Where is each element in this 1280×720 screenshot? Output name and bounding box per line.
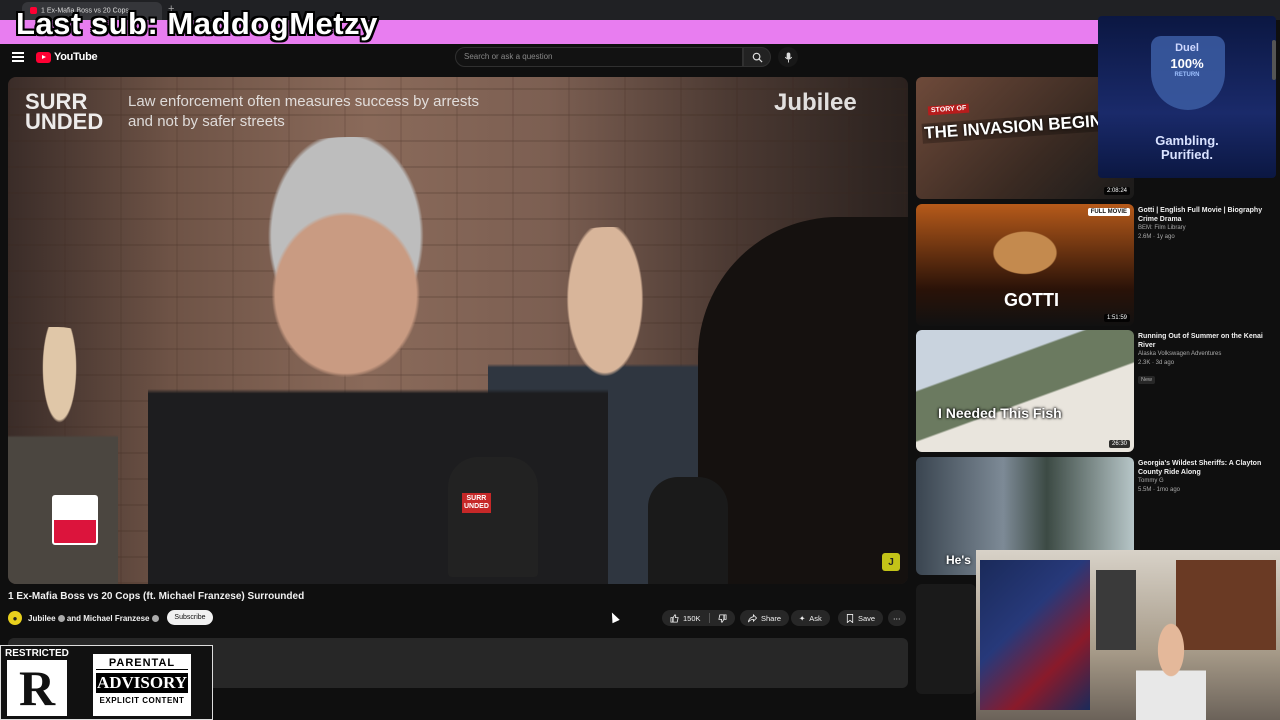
- channel-collab[interactable]: and Michael Franzese: [67, 614, 150, 623]
- rating-letter: R: [7, 660, 67, 716]
- webcam-streamer: [1136, 620, 1206, 720]
- brand-left-bottom: UNDED: [25, 109, 104, 134]
- video-person-right: [698, 217, 908, 584]
- thumb-title-text: THE INVASION BEGINS: [921, 110, 1117, 144]
- duration-badge: 1:51:59: [1103, 314, 1130, 322]
- ad-slogan: Gambling. Purified.: [1098, 134, 1276, 162]
- bookmark-icon: [846, 613, 854, 623]
- verified-icon-2: [151, 614, 159, 622]
- jubilee-badge-icon: J: [882, 553, 900, 571]
- mouse-cursor-icon: [608, 610, 620, 624]
- pa-line-2: ADVISORY: [96, 673, 188, 693]
- sidebar-video-channel[interactable]: BEM: Film Library: [1138, 224, 1264, 233]
- restricted-rating-badge: RESTRICTED R PARENTAL ADVISORY EXPLICIT …: [0, 645, 213, 720]
- save-button[interactable]: Save: [838, 610, 884, 626]
- thumb-title-text: GOTTI: [1004, 290, 1059, 310]
- sidebar-video-2-meta[interactable]: Gotti | English Full Movie | Biography C…: [1138, 206, 1264, 242]
- sidebar-video-title[interactable]: Georgia's Wildest Sheriffs: A Clayton Co…: [1138, 459, 1264, 477]
- channel-name-group[interactable]: Jubilee and Michael Franzese: [28, 614, 159, 623]
- verified-icon: [57, 614, 65, 622]
- share-button[interactable]: Share: [740, 610, 790, 626]
- voice-search-button[interactable]: [778, 47, 798, 67]
- ad-slogan-2: Purified.: [1160, 147, 1213, 162]
- sidebar-video-title[interactable]: Gotti | English Full Movie | Biography C…: [1138, 206, 1264, 224]
- surrounded-logo: SURR UNDED: [25, 91, 104, 134]
- more-actions-button[interactable]: ⋯: [888, 610, 906, 626]
- more-group: ⋯: [888, 610, 906, 626]
- logo-text: YouTube: [54, 51, 98, 63]
- video-caption-text: Law enforcement often measures success b…: [128, 93, 479, 130]
- webcam-banner: [980, 560, 1090, 710]
- studio-microphone: [648, 477, 728, 584]
- sidebar-video-title[interactable]: Running Out of Summer on the Kenai River: [1138, 332, 1264, 350]
- search-button[interactable]: [743, 47, 771, 67]
- thumb-title-text: He's: [946, 553, 971, 567]
- youtube-logo[interactable]: YouTube: [36, 51, 98, 63]
- thumb-title-text: I Needed This Fish: [938, 405, 1062, 421]
- search-input[interactable]: Search or ask a question: [455, 47, 743, 67]
- sidebar-video-5-thumbnail[interactable]: [916, 584, 976, 694]
- like-button[interactable]: 150K: [662, 610, 735, 626]
- like-dislike-group: 150K: [662, 610, 735, 626]
- thumbs-up-icon: [670, 613, 679, 623]
- sidebar-video-views: 5.5M · 1mo ago: [1138, 487, 1181, 493]
- sidebar-video-4-meta[interactable]: Georgia's Wildest Sheriffs: A Clayton Co…: [1138, 459, 1264, 495]
- video-title: 1 Ex-Mafia Boss vs 20 Cops (ft. Michael …: [8, 591, 305, 602]
- ad-slogan-1: Gambling.: [1155, 133, 1219, 148]
- thumb-stub-text: STORY OF: [927, 103, 970, 116]
- channel-row: ● Jubilee and Michael Franzese: [8, 610, 159, 626]
- stream-screen: 1 Ex-Mafia Boss vs 20 Cops + Last sub: M…: [0, 0, 1280, 720]
- sidebar-video-channel[interactable]: Tommy G: [1138, 477, 1264, 486]
- sidebar-video-3-thumbnail[interactable]: I Needed This Fish 26:30: [916, 330, 1134, 452]
- restricted-label: RESTRICTED: [5, 648, 69, 659]
- share-label: Share: [761, 613, 782, 623]
- ask-button[interactable]: ✦ Ask: [791, 610, 830, 626]
- ad-return: RETURN: [1174, 72, 1200, 78]
- video-player[interactable]: SURR UNDED SURR UNDED Law enforcement ofte…: [8, 77, 908, 584]
- youtube-play-icon: [36, 51, 51, 63]
- webcam-poster: [1096, 570, 1136, 650]
- like-count: 150K: [683, 613, 701, 623]
- video-person-main: [148, 137, 608, 584]
- pa-line-3: EXPLICIT CONTENT: [99, 696, 185, 705]
- hamburger-menu-icon[interactable]: [12, 52, 24, 62]
- sidebar-video-views: 2.3K · 3d ago: [1138, 360, 1175, 366]
- microphone-icon: [784, 51, 792, 63]
- last-sub-text: Last sub: MaddogMetzy: [16, 6, 378, 41]
- jubilee-watermark: Jubilee: [774, 89, 857, 116]
- more-horizontal-icon: ⋯: [893, 613, 901, 623]
- save-label: Save: [858, 613, 876, 623]
- ask-label: Ask: [809, 613, 822, 623]
- streamer-webcam: [976, 550, 1280, 720]
- subscribe-button[interactable]: Subscribe: [167, 610, 213, 625]
- flag-overlay-icon: [52, 495, 98, 545]
- ad-brand: Duel: [1175, 42, 1199, 54]
- video-person-left: [8, 327, 118, 584]
- sparkle-icon: ✦: [799, 613, 806, 623]
- save-group: Save: [838, 610, 884, 626]
- mic-label-bottom: UNDED: [464, 503, 489, 510]
- ad-percent: 100%: [1170, 56, 1204, 71]
- share-icon: [748, 613, 757, 622]
- parental-advisory-label: PARENTAL ADVISORY EXPLICIT CONTENT: [93, 654, 191, 716]
- channel-avatar[interactable]: ●: [8, 611, 22, 625]
- new-badge: New: [1138, 376, 1156, 384]
- channel-name[interactable]: Jubilee: [28, 614, 56, 623]
- full-movie-badge: FULL MOVIE: [1087, 208, 1130, 216]
- sidebar-video-3-meta[interactable]: Running Out of Summer on the Kenai River…: [1138, 332, 1264, 386]
- sidebar-video-2-thumbnail[interactable]: FULL MOVIE GOTTI 1:51:59: [916, 204, 1134, 326]
- sidebar-video-channel[interactable]: Alaska Volkswagen Adventures: [1138, 350, 1264, 359]
- scrollbar[interactable]: [1272, 40, 1276, 80]
- ask-group: ✦ Ask: [791, 610, 830, 626]
- sidebar-video-views: 2.6M · 1y ago: [1138, 234, 1175, 240]
- share-group: Share: [740, 610, 790, 626]
- duel-ad-overlay: Duel 100% RETURN Gambling. Purified.: [1098, 16, 1276, 178]
- duration-badge: 2:08:24: [1103, 187, 1130, 195]
- mic-label-top: SURR: [466, 495, 487, 502]
- duration-badge: 26:30: [1108, 440, 1130, 448]
- studio-microphone-branded: SURR UNDED: [448, 457, 538, 577]
- thumbs-down-icon[interactable]: [717, 613, 727, 623]
- search-icon: [752, 52, 763, 63]
- pa-line-1: PARENTAL: [96, 654, 188, 670]
